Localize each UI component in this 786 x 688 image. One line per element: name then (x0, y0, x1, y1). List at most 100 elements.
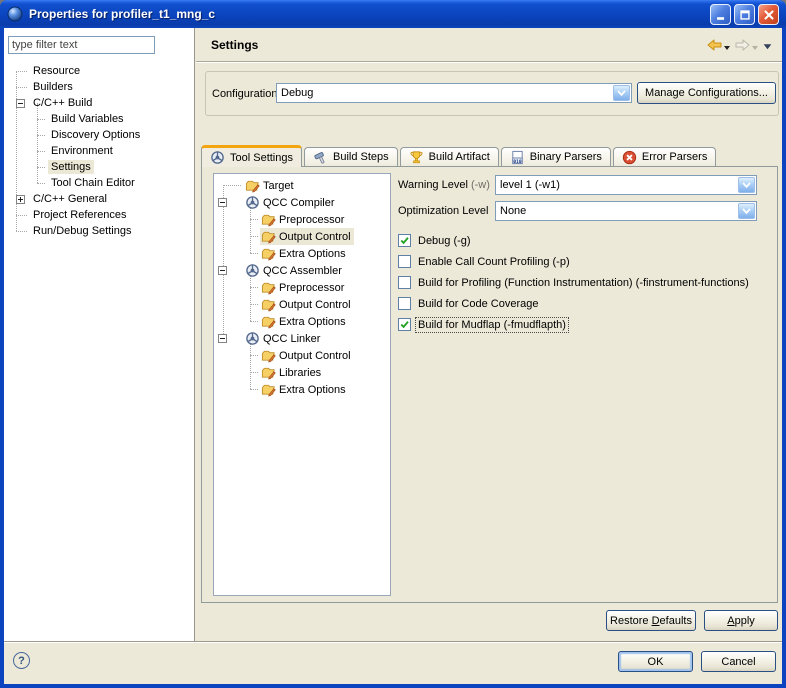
back-button[interactable] (705, 36, 731, 57)
configuration-label: Configuration: (212, 88, 281, 100)
tool-tree-item-preprocessor[interactable]: Preprocessor (214, 211, 390, 228)
minus-expander[interactable] (218, 266, 227, 275)
tree-node: Output Control (260, 296, 354, 313)
tab-label: Build Steps (333, 151, 389, 163)
ok-button[interactable]: OK (618, 651, 693, 672)
sidebar-item-builders[interactable]: Builders (4, 79, 193, 95)
filter-input[interactable] (8, 36, 155, 54)
hammer-icon (313, 150, 328, 165)
select-warning-level[interactable]: level 1 (-w1) (495, 175, 757, 195)
view-menu-button[interactable] (761, 37, 774, 56)
view-menu-icon (762, 38, 773, 55)
minus-expander[interactable] (218, 198, 227, 207)
sidebar-item-label: C/C++ General (30, 192, 110, 206)
tree-node-label: Extra Options (279, 248, 346, 260)
checkbox[interactable] (398, 276, 411, 289)
tool-icon (245, 263, 260, 278)
checkbox[interactable] (398, 255, 411, 268)
tree-node: QCC Compiler (244, 194, 338, 211)
folder-pencil-icon (245, 178, 260, 193)
button-label: D (652, 615, 660, 627)
minimize-button[interactable] (710, 4, 731, 25)
tool-tree-item-qcc-assembler[interactable]: QCC Assembler (214, 262, 390, 279)
forward-button[interactable] (733, 36, 759, 57)
tree-node-label: Preprocessor (279, 282, 344, 294)
tool-tree-item-target[interactable]: Target (214, 177, 390, 194)
tree-node-label: Output Control (279, 350, 351, 362)
manage-configurations-button[interactable]: Manage Configurations... (637, 82, 776, 104)
dialog-client-area: ResourceBuilders C/C++ BuildBuild Variabl… (4, 28, 782, 684)
sidebar-item-run-debug-settings[interactable]: Run/Debug Settings (4, 223, 193, 239)
select-optimization-level[interactable]: None (495, 201, 757, 221)
dialog-button-bar: ? OK Cancel (4, 641, 782, 684)
checkbox-row-build-for-profiling-function-instrumentation-finstrument-functions[interactable]: Build for Profiling (Function Instrument… (398, 272, 770, 293)
tool-tree-item-extra-options[interactable]: Extra Options (214, 245, 390, 262)
tab-label: Error Parsers (642, 151, 707, 163)
apply-button[interactable]: Apply (704, 610, 778, 631)
checkbox-row-enable-call-count-profiling-p[interactable]: Enable Call Count Profiling (-p) (398, 251, 770, 272)
checkbox[interactable] (398, 318, 411, 331)
folder-pencil-icon (261, 365, 276, 380)
tool-tree-item-output-control[interactable]: Output Control (214, 228, 390, 245)
tree-node: QCC Assembler (244, 262, 345, 279)
checkbox[interactable] (398, 297, 411, 310)
maximize-button[interactable] (734, 4, 755, 25)
chevron-down-icon[interactable] (738, 203, 755, 219)
plus-expander[interactable] (16, 195, 25, 204)
chevron-down-icon[interactable] (738, 177, 755, 193)
sidebar-item-discovery-options[interactable]: Discovery Options (4, 127, 193, 143)
tool-icon (245, 331, 260, 346)
restore-defaults-button[interactable]: Restore Defaults (606, 610, 696, 631)
tool-tree-item-libraries[interactable]: Libraries (214, 364, 390, 381)
tool-tree-item-output-control[interactable]: Output Control (214, 347, 390, 364)
tree-node: Preprocessor (260, 211, 347, 228)
checkbox-row-debug-g[interactable]: Debug (-g) (398, 230, 770, 251)
sidebar-item-build-variables[interactable]: Build Variables (4, 111, 193, 127)
tree-node-label: Extra Options (279, 316, 346, 328)
tab-build-artifact[interactable]: Build Artifact (400, 147, 499, 166)
window-title: Properties for profiler_t1_mng_c (29, 7, 215, 21)
page-title: Settings (211, 38, 258, 52)
sidebar-item-label: C/C++ Build (30, 96, 95, 110)
button-label: pply (735, 615, 755, 627)
close-button[interactable] (758, 4, 779, 25)
option-label-flag: (-w) (471, 179, 490, 191)
tool-tree-item-extra-options[interactable]: Extra Options (214, 313, 390, 330)
tool-tree-item-extra-options[interactable]: Extra Options (214, 381, 390, 398)
tree-node-label: Output Control (279, 231, 351, 243)
sidebar-item-c-c-general[interactable]: C/C++ General (4, 191, 193, 207)
minus-expander[interactable] (16, 99, 25, 108)
tool-tree-item-qcc-linker[interactable]: QCC Linker (214, 330, 390, 347)
tree-node: Preprocessor (260, 279, 347, 296)
checkbox-row-build-for-mudflap-fmudflapth[interactable]: Build for Mudflap (-fmudflapth) (398, 314, 770, 335)
minus-expander[interactable] (218, 334, 227, 343)
select-value: None (496, 202, 756, 217)
tool-tree-item-qcc-compiler[interactable]: QCC Compiler (214, 194, 390, 211)
sidebar-item-c-c-build[interactable]: C/C++ Build (4, 95, 193, 111)
sidebar-item-tool-chain-editor[interactable]: Tool Chain Editor (4, 175, 193, 191)
chevron-down-icon[interactable] (613, 85, 630, 101)
checkbox[interactable] (398, 234, 411, 247)
help-icon[interactable]: ? (13, 652, 30, 669)
checkbox-label: Build for Mudflap (-fmudflapth) (416, 318, 568, 332)
tree-node-label: Preprocessor (279, 214, 344, 226)
sidebar-item-project-references[interactable]: Project References (4, 207, 193, 223)
sidebar-item-environment[interactable]: Environment (4, 143, 193, 159)
cancel-button[interactable]: Cancel (701, 651, 776, 672)
configuration-combo[interactable]: Debug (276, 83, 632, 103)
checkbox-row-build-for-code-coverage[interactable]: Build for Code Coverage (398, 293, 770, 314)
sidebar-item-resource[interactable]: Resource (4, 63, 193, 79)
tool-tree-item-output-control[interactable]: Output Control (214, 296, 390, 313)
sidebar-item-label: Builders (30, 80, 76, 94)
tab-binary-parsers[interactable]: 010Binary Parsers (501, 147, 611, 166)
folder-pencil-icon (261, 280, 276, 295)
sidebar-item-settings[interactable]: Settings (4, 159, 193, 175)
checkbox-label: Build for Profiling (Function Instrument… (416, 276, 751, 290)
tool-icon (245, 195, 260, 210)
tab-tool-settings[interactable]: Tool Settings (201, 145, 302, 167)
tool-tree-item-preprocessor[interactable]: Preprocessor (214, 279, 390, 296)
option-selects: Warning Level (-w)level 1 (-w1)Optimizat… (398, 175, 770, 221)
tab-build-steps[interactable]: Build Steps (304, 147, 398, 166)
tab-error-parsers[interactable]: Error Parsers (613, 147, 716, 166)
tree-node: Output Control (260, 347, 354, 364)
